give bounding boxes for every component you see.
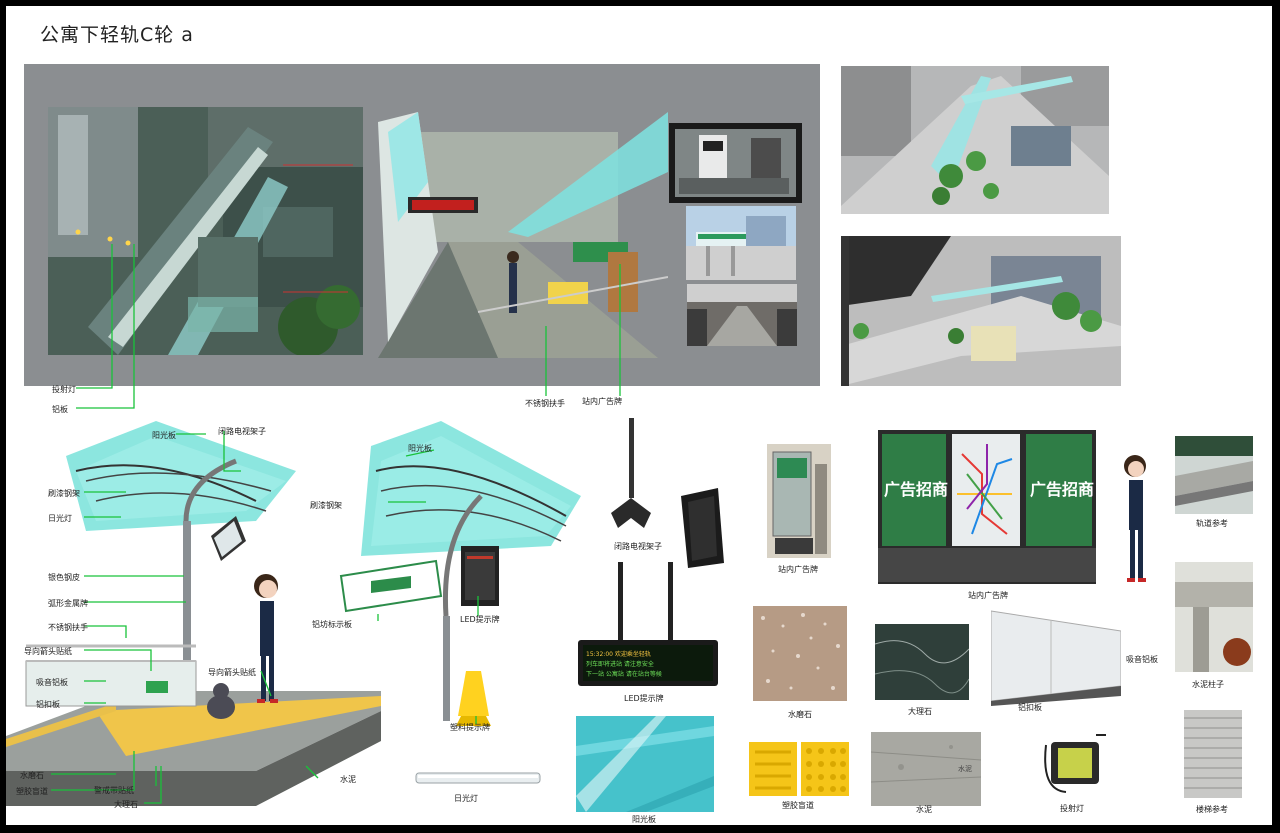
fluorescent-lamp bbox=[414, 768, 542, 788]
label-stairs-ref: 楼梯参考 bbox=[1196, 805, 1228, 814]
lv-ban-swatch bbox=[991, 606, 1121, 706]
label-plastic-sign: 塑料提示牌 bbox=[450, 723, 490, 732]
metro-map-icon bbox=[957, 444, 1013, 535]
label-canopy2-yangguangban: 阳光板 bbox=[408, 444, 432, 453]
tactile-swatch bbox=[749, 742, 849, 796]
board: 公寓下轻轨C轮 a 投射灯 铝板 不锈钢扶手 站内广告牌 阳光板 闭路电视架子 … bbox=[6, 6, 1272, 825]
ad-text-left: 广告招商 bbox=[884, 480, 949, 499]
label-ad-board-big: 站内广告牌 bbox=[968, 591, 1008, 600]
label-tactile-swatch: 塑胶盲道 bbox=[782, 801, 814, 810]
label-lv-ban-swatch: 铝扣板 bbox=[1018, 703, 1042, 712]
led-text-line3: 下一站 公寓站 请在站台等候 bbox=[586, 671, 662, 678]
terrazzo-swatch bbox=[753, 606, 847, 701]
label-ad-board-photo: 站内广告牌 bbox=[778, 565, 818, 574]
label-cement-note: 水泥 bbox=[958, 765, 972, 773]
label-led-sign: LED提示牌 bbox=[460, 615, 500, 624]
woman-figure bbox=[1110, 452, 1160, 586]
led-text-line1: 15:32:00 欢迎乘坐轻轨 bbox=[586, 651, 651, 658]
ad-text-right: 广告招商 bbox=[1030, 480, 1095, 499]
sunlight-panel-photo bbox=[576, 716, 714, 812]
label-cctv-rack: 闭路电视架子 bbox=[614, 542, 662, 551]
ad-board-big bbox=[878, 430, 1096, 584]
label-yangguang-panel: 阳光板 bbox=[632, 815, 656, 824]
label-fluorescent: 日光灯 bbox=[454, 794, 478, 803]
led-text-line2: 列车即将进站 请注意安全 bbox=[586, 661, 654, 668]
ad-board-photo bbox=[767, 444, 831, 558]
spotlight-photo bbox=[1036, 730, 1110, 798]
label-marble-swatch: 大理石 bbox=[908, 707, 932, 716]
label-canopy2-steel: 刷漆钢架 bbox=[310, 501, 342, 510]
marble-swatch bbox=[875, 624, 969, 700]
label-led-board: LED提示牌 bbox=[624, 694, 664, 703]
label-guide-sign: 铝坊标示板 bbox=[312, 620, 352, 629]
label-concrete-column: 水泥柱子 bbox=[1192, 680, 1224, 689]
track-ref-photo bbox=[1175, 436, 1253, 514]
label-spotlight: 投射灯 bbox=[1060, 804, 1084, 813]
label-track-ref: 轨道参考 bbox=[1196, 519, 1228, 528]
label-terrazzo-swatch: 水磨石 bbox=[788, 710, 812, 719]
concrete-column-photo bbox=[1175, 562, 1253, 672]
label-cement-swatch: 水泥 bbox=[916, 805, 932, 814]
label-sound-panel: 吸音铝板 bbox=[1126, 655, 1158, 664]
ad-base bbox=[878, 548, 1096, 582]
stairs-ref-photo bbox=[1184, 710, 1242, 798]
